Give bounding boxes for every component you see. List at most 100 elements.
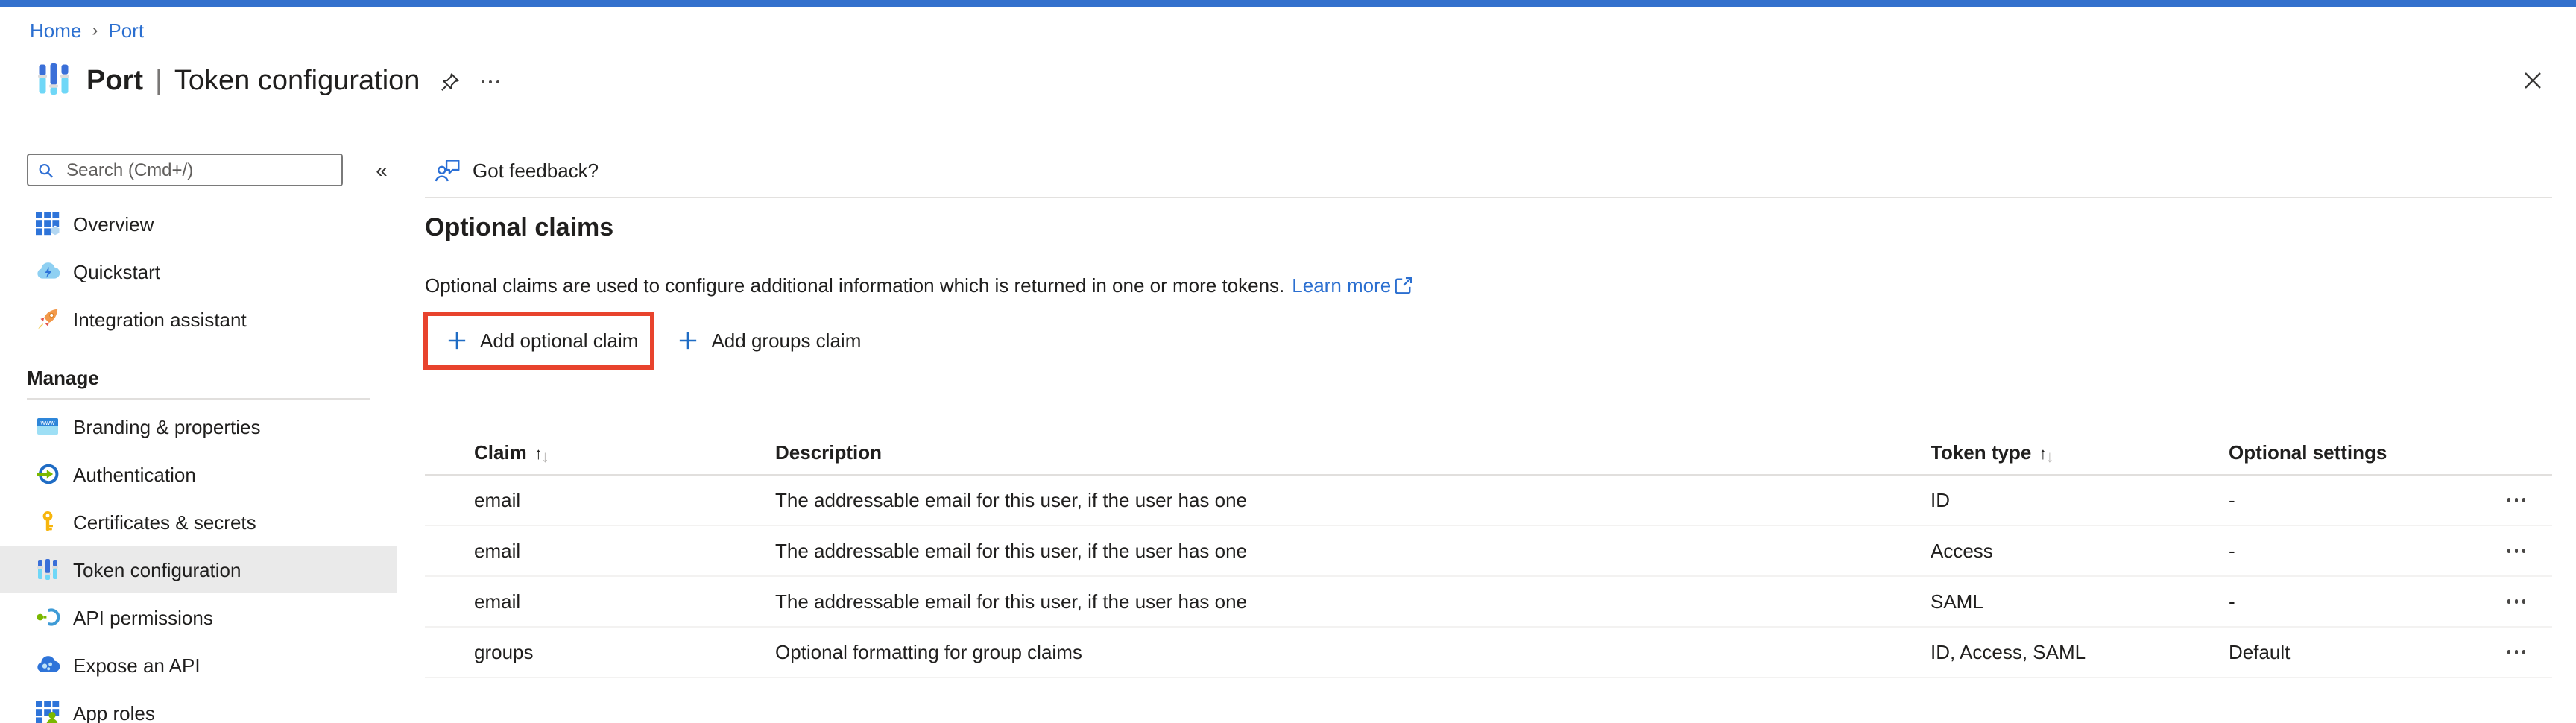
row-more-options-button[interactable]: [2504, 648, 2528, 657]
breadcrumb-chevron-icon: ›: [92, 19, 98, 40]
cell-optional-settings: -: [2229, 540, 2475, 562]
page-title: Port | Token configuration: [86, 66, 420, 98]
cell-token-type: ID, Access, SAML: [1931, 641, 2229, 663]
got-feedback-label: Got feedback?: [473, 159, 599, 181]
breadcrumb-home-link[interactable]: Home: [30, 19, 81, 41]
cell-token-type: Access: [1931, 540, 2229, 562]
expose-api-icon: [36, 653, 60, 677]
search-icon: [37, 160, 54, 180]
add-groups-claim-label: Add groups claim: [711, 329, 861, 352]
command-bar: Add optional claim Add groups claim: [447, 312, 861, 370]
api-permissions-icon: [36, 605, 60, 629]
sidebar-item-label: Overview: [73, 212, 154, 235]
feedback-icon: [434, 157, 461, 183]
sidebar-item-integration-assistant[interactable]: Integration assistant: [0, 295, 397, 343]
sidebar-item-expose-an-api[interactable]: Expose an API: [0, 641, 397, 689]
cell-claim: email: [425, 489, 775, 511]
branding-icon: www: [36, 414, 60, 438]
quickstart-icon: [36, 259, 60, 283]
breadcrumb-current-link[interactable]: Port: [108, 19, 144, 41]
sidebar-item-app-roles[interactable]: App roles: [0, 689, 397, 723]
optional-claims-table: Claim↑↓DescriptionToken type↑↓Optional s…: [425, 429, 2552, 678]
azure-portal-token-configuration-page: Home › Port Port | Token configuration «…: [0, 0, 2576, 723]
table-row-email-id: emailThe addressable email for this user…: [425, 476, 2552, 526]
sidebar-section-divider: [27, 398, 370, 400]
column-header-token-type[interactable]: Token type↑↓: [1931, 441, 2229, 463]
toolbar-divider: [425, 197, 2552, 198]
cell-token-type: ID: [1931, 489, 2229, 511]
cell-description: Optional formatting for group claims: [775, 641, 1931, 663]
sidebar-item-overview[interactable]: Overview: [0, 200, 397, 247]
app-name: Port: [86, 66, 143, 98]
sidebar-item-label: API permissions: [73, 606, 213, 628]
sidebar-item-label: Quickstart: [73, 260, 160, 282]
search-input[interactable]: [63, 158, 332, 182]
close-button[interactable]: [2519, 67, 2546, 94]
cell-description: The addressable email for this user, if …: [775, 540, 1931, 562]
close-icon: [2522, 70, 2543, 91]
sort-desc-icon: ↓: [2045, 448, 2053, 466]
external-link-icon: [1394, 276, 1413, 295]
sort-icons: ↑↓: [2039, 445, 2053, 463]
table-row-groups-id-access-saml: groupsOptional formatting for group clai…: [425, 628, 2552, 678]
column-header-optional-settings: Optional settings: [2229, 441, 2475, 463]
plus-icon: [678, 331, 698, 350]
optional-claims-description: Optional claims are used to configure ad…: [425, 274, 1413, 297]
table-header-row: Claim↑↓DescriptionToken type↑↓Optional s…: [425, 429, 2552, 476]
learn-more-link[interactable]: Learn more: [1292, 274, 1413, 297]
sidebar-item-quickstart[interactable]: Quickstart: [0, 247, 397, 295]
sidebar-item-label: Integration assistant: [73, 308, 247, 330]
row-more-options-button[interactable]: [2504, 546, 2528, 556]
pin-button[interactable]: [435, 68, 463, 96]
cell-description: The addressable email for this user, if …: [775, 590, 1931, 613]
svg-text:www: www: [40, 419, 55, 426]
cell-optional-settings: Default: [2229, 641, 2475, 663]
title-separator: |: [155, 66, 162, 98]
sidebar-item-token-configuration[interactable]: Token configuration: [0, 546, 397, 593]
sidebar-item-api-permissions[interactable]: API permissions: [0, 593, 397, 641]
ellipsis-icon: [481, 80, 499, 84]
cell-claim: email: [425, 590, 775, 613]
column-header-claim[interactable]: Claim↑↓: [425, 441, 775, 463]
app-roles-icon: [36, 701, 60, 723]
sort-icons: ↑↓: [534, 445, 549, 463]
page-header: Port | Token configuration: [36, 60, 502, 104]
collapse-sidebar-button[interactable]: «: [364, 154, 400, 186]
cell-optional-settings: -: [2229, 590, 2475, 613]
cell-description: The addressable email for this user, if …: [775, 489, 1931, 511]
ellipsis-icon: [2507, 651, 2525, 654]
sort-desc-icon: ↓: [541, 448, 549, 466]
sidebar-item-label: App roles: [73, 701, 155, 723]
optional-claims-heading: Optional claims: [425, 213, 613, 243]
more-actions-button[interactable]: [478, 78, 502, 87]
table-row-email-saml: emailThe addressable email for this user…: [425, 577, 2552, 628]
row-more-options-button[interactable]: [2504, 597, 2528, 607]
ellipsis-icon: [2507, 549, 2525, 553]
authentication-icon: [36, 462, 60, 486]
sidebar-item-branding-properties[interactable]: www Branding & properties: [0, 402, 397, 450]
column-header-description: Description: [775, 441, 1931, 463]
cell-token-type: SAML: [1931, 590, 2229, 613]
sidebar-item-label: Expose an API: [73, 654, 201, 676]
add-optional-claim-button[interactable]: Add optional claim: [447, 329, 638, 352]
ellipsis-icon: [2507, 499, 2525, 502]
overview-icon: [36, 212, 60, 236]
cell-claim: email: [425, 540, 775, 562]
description-text: Optional claims are used to configure ad…: [425, 274, 1284, 297]
table-body: emailThe addressable email for this user…: [425, 476, 2552, 678]
pin-icon: [438, 71, 460, 93]
plus-icon: [447, 331, 467, 350]
cell-optional-settings: -: [2229, 489, 2475, 511]
sidebar-item-label: Branding & properties: [73, 415, 261, 438]
sidebar-item-authentication[interactable]: Authentication: [0, 450, 397, 498]
row-more-options-button[interactable]: [2504, 496, 2528, 505]
page-name: Token configuration: [174, 66, 420, 98]
sidebar-item-certificates-secrets[interactable]: Certificates & secrets: [0, 498, 397, 546]
breadcrumb: Home › Port: [30, 16, 144, 43]
token-configuration-icon: [36, 558, 60, 581]
cell-claim: groups: [425, 641, 775, 663]
token-configuration-app-icon: [36, 59, 72, 105]
add-groups-claim-button[interactable]: Add groups claim: [678, 329, 861, 352]
certificates-icon: [36, 510, 60, 534]
got-feedback-button[interactable]: Got feedback?: [434, 152, 599, 188]
